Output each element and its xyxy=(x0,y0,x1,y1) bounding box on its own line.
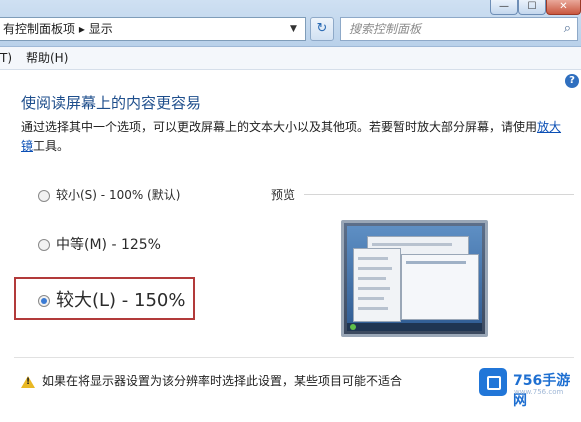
option-small[interactable]: 较小(S) - 100% (默认) xyxy=(38,186,180,203)
preview-line xyxy=(358,307,388,310)
section-divider xyxy=(14,357,574,358)
radio-small[interactable] xyxy=(38,189,50,202)
refresh-button[interactable]: ↻ xyxy=(310,17,334,41)
option-large-label: 较大(L) - 150% xyxy=(56,290,186,311)
preview-taskbar xyxy=(347,323,482,331)
search-icon[interactable]: ⌕ xyxy=(564,18,571,40)
preview-window-side xyxy=(353,248,401,322)
radio-large[interactable] xyxy=(38,295,50,307)
preview-line xyxy=(406,261,466,264)
warning-text: 如果在将显示器设置为该分辨率时选择此设置，某些项目可能不适合 xyxy=(42,374,403,388)
option-large[interactable]: 较大(L) - 150% xyxy=(38,286,185,312)
maximize-button[interactable]: ☐ xyxy=(518,0,546,15)
preview-divider xyxy=(304,194,574,195)
search-input[interactable]: 搜索控制面板 ⌕ xyxy=(340,17,578,41)
page-title: 使阅读屏幕上的内容更容易 xyxy=(21,94,202,112)
preview-line xyxy=(358,277,386,280)
radio-medium[interactable] xyxy=(38,239,50,251)
warning-message: 如果在将显示器设置为该分辨率时选择此设置，某些项目可能不适合 xyxy=(21,372,402,389)
page-description: 通过选择其中一个选项，可以更改屏幕上的文本大小以及其他项。若要暂时放大部分屏幕，… xyxy=(21,118,566,156)
preview-line xyxy=(358,267,392,270)
address-bar[interactable]: 有控制面板项 ▸ 显示 ▼ xyxy=(0,17,306,41)
breadcrumb-display[interactable]: 显示 xyxy=(89,22,113,36)
option-medium[interactable]: 中等(M) - 125% xyxy=(38,234,161,254)
help-icon[interactable]: ? xyxy=(565,74,579,88)
option-medium-label: 中等(M) - 125% xyxy=(56,237,161,253)
menu-item-tools[interactable]: T) xyxy=(0,47,12,69)
option-small-label: 较小(S) - 100% (默认) xyxy=(56,188,181,202)
window-titlebar: — ☐ ✕ 有控制面板项 ▸ 显示 ▼ ↻ 搜索控制面板 ⌕ xyxy=(0,0,581,47)
preview-line xyxy=(358,287,390,290)
breadcrumb-control-panel-items[interactable]: 有控制面板项 xyxy=(3,22,75,36)
close-button[interactable]: ✕ xyxy=(546,0,581,15)
description-tail: 工具。 xyxy=(33,139,70,153)
chevron-down-icon[interactable]: ▼ xyxy=(290,18,297,40)
preview-line xyxy=(372,243,452,246)
preview-screen xyxy=(347,226,482,331)
minimize-button[interactable]: — xyxy=(490,0,518,15)
menu-bar: T) 帮助(H) xyxy=(0,47,581,70)
warning-icon xyxy=(21,375,35,388)
preview-monitor xyxy=(341,220,488,337)
watermark-url: www.756.com xyxy=(514,388,564,396)
breadcrumb-separator-icon: ▸ xyxy=(78,22,85,36)
preview-line xyxy=(358,297,384,300)
search-placeholder: 搜索控制面板 xyxy=(349,22,422,36)
preview-window-front xyxy=(401,254,479,320)
description-text: 通过选择其中一个选项，可以更改屏幕上的文本大小以及其他项。若要暂时放大部分屏幕，… xyxy=(21,120,538,134)
menu-item-help[interactable]: 帮助(H) xyxy=(26,47,68,69)
watermark-logo-icon xyxy=(479,368,507,396)
preview-label: 预览 xyxy=(271,188,296,202)
preview-line xyxy=(358,257,388,260)
start-orb-icon xyxy=(350,324,356,330)
